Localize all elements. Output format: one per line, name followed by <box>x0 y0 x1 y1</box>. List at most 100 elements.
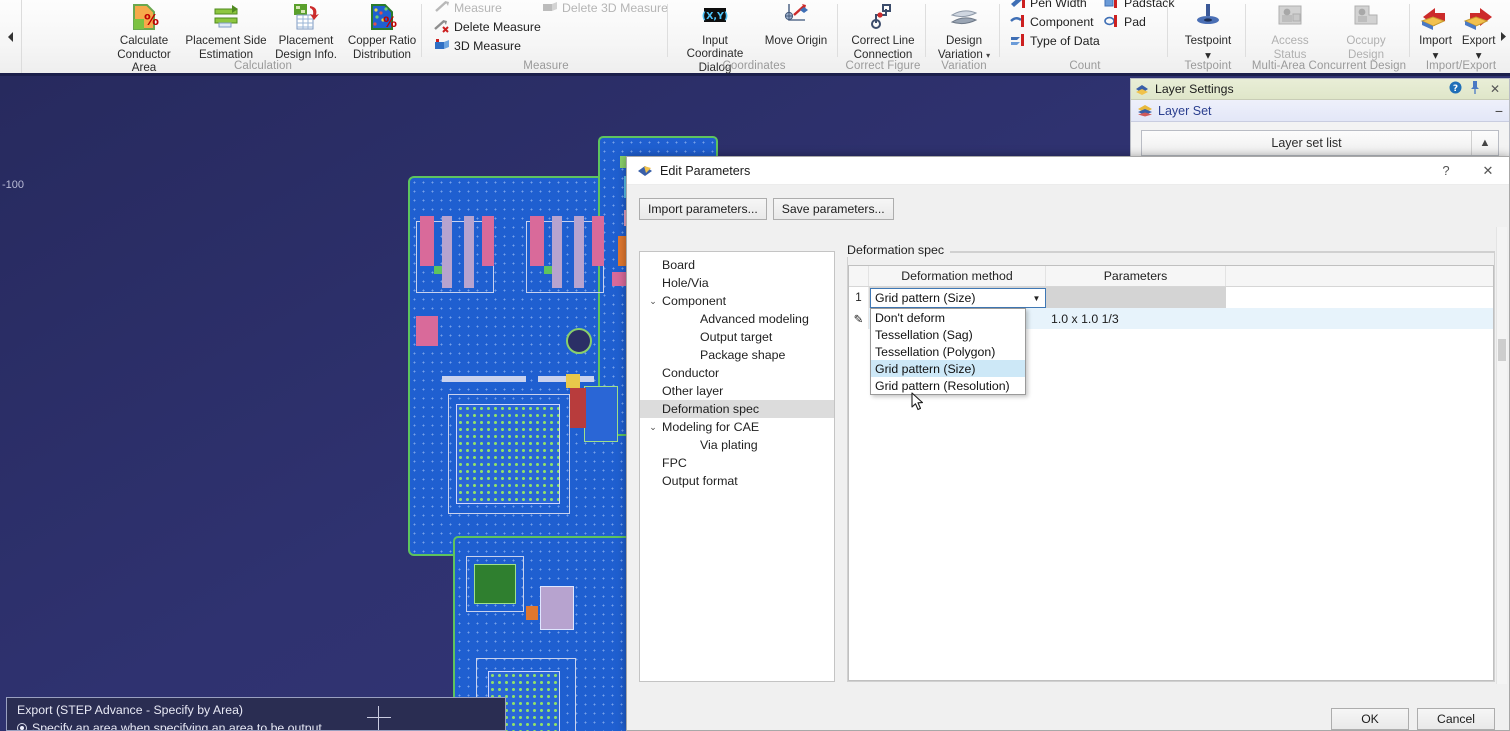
edit-parameters-icon <box>637 164 653 178</box>
tree-item-modeling-for-cae[interactable]: ⌄Modeling for CAE <box>640 418 834 436</box>
svg-text:%: % <box>383 15 397 31</box>
dropdown-option-tessellation-sag[interactable]: Tessellation (Sag) <box>871 326 1025 343</box>
deformation-method-combobox[interactable]: Grid pattern (Size) ▼ <box>870 288 1046 308</box>
minimize-icon[interactable]: − <box>1495 103 1503 119</box>
chevron-down-icon[interactable]: ▾ <box>986 51 990 60</box>
layer-set-list-header[interactable]: Layer set list ▲ <box>1141 130 1499 156</box>
grid-column-header-parameters[interactable]: Parameters <box>1046 266 1226 286</box>
tree-item-fpc[interactable]: FPC <box>640 454 834 472</box>
ribbon-button-import[interactable]: Import ▾ <box>1414 0 1457 58</box>
occupy-design-icon <box>1350 1 1382 33</box>
dropdown-option-grid-pattern-resolution[interactable]: Grid pattern (Resolution) <box>871 377 1025 394</box>
ribbon-group-title: Measure <box>424 60 668 72</box>
tree-item-component[interactable]: ⌄Component <box>640 292 834 310</box>
dialog-scrollbar[interactable] <box>1496 227 1507 684</box>
ribbon-button-label: Input Coordinate <box>673 34 757 60</box>
ribbon-item-pen-width[interactable]: Pen Width <box>1010 0 1106 12</box>
help-icon[interactable]: ? <box>1445 81 1465 97</box>
layer-set-icon <box>1137 104 1153 117</box>
ribbon-item-component[interactable]: Component <box>1010 12 1106 31</box>
save-parameters-button[interactable]: Save parameters... <box>773 198 894 220</box>
cell-parameters[interactable]: 1.0 x 1.0 1/3 <box>1046 308 1226 329</box>
ribbon-button-calculate-conductor-area[interactable]: % Calculate Conductor Area <box>104 0 184 58</box>
tree-item-label: Output format <box>662 474 738 488</box>
chevron-up-icon[interactable]: ▲ <box>1472 137 1498 149</box>
dropdown-option-dont-deform[interactable]: Don't deform <box>871 309 1025 326</box>
grid-column-header-method[interactable]: Deformation method <box>869 266 1046 286</box>
design-variation-icon <box>948 1 980 33</box>
tree-item-label: Other layer <box>662 384 723 398</box>
ribbon-item-delete-3d-measure[interactable]: Delete 3D Measure <box>542 0 674 17</box>
ribbon-button-placement-design-info[interactable]: Placement Design Info. <box>268 0 344 58</box>
parameters-tree[interactable]: Board Hole/Via ⌄Component Advanced model… <box>639 251 835 682</box>
import-parameters-button[interactable]: Import parameters... <box>639 198 767 220</box>
dialog-close-button[interactable]: ✕ <box>1467 157 1509 184</box>
tree-item-package-shape[interactable]: Package shape <box>640 346 834 364</box>
ribbon-group-correct-figure: Correct Line Connection Correct Figure <box>840 0 926 73</box>
dropdown-option-tessellation-polygon[interactable]: Tessellation (Polygon) <box>871 343 1025 360</box>
deformation-method-grid[interactable]: Deformation method Parameters 1 Don't de… <box>848 265 1494 681</box>
tree-item-via-plating[interactable]: Via plating <box>640 436 834 454</box>
layer-set-section-header[interactable]: Layer Set − <box>1131 100 1509 122</box>
cell-parameters[interactable] <box>1046 287 1226 308</box>
ruler-label: -100 <box>2 179 24 191</box>
ribbon-group-divider <box>667 4 668 57</box>
ribbon-group-title: Import/Export <box>1412 60 1510 72</box>
ribbon-button-input-coordinate-dialog[interactable]: (X,Y) Input Coordinate Dialog <box>673 0 757 58</box>
ribbon-button-testpoint[interactable]: Testpoint ▾ <box>1170 0 1246 58</box>
ribbon-button-correct-line-connection[interactable]: Correct Line Connection <box>840 0 926 58</box>
dialog-titlebar[interactable]: Edit Parameters ? ✕ <box>627 157 1509 185</box>
deformation-method-dropdown[interactable]: Don't deform Tessellation (Sag) Tessella… <box>870 308 1026 395</box>
chevron-down-icon[interactable]: ▼ <box>1028 289 1045 307</box>
dropdown-option-grid-pattern-size[interactable]: Grid pattern (Size) <box>871 360 1025 377</box>
chevron-down-icon[interactable]: ⌄ <box>644 296 662 307</box>
dialog-footer: OK Cancel <box>1331 708 1495 730</box>
tree-item-deformation-spec[interactable]: Deformation spec <box>640 400 834 418</box>
ribbon-button-design-variation[interactable]: Design Variation ▾ <box>928 0 1000 58</box>
layer-settings-titlebar[interactable]: Layer Settings ? ✕ <box>1131 79 1509 100</box>
tree-item-label: Modeling for CAE <box>662 420 759 434</box>
svg-text:%: % <box>144 11 159 29</box>
ribbon-group-title: Count <box>1002 60 1168 72</box>
tree-item-output-target[interactable]: Output target <box>640 328 834 346</box>
tree-item-board[interactable]: Board <box>640 256 834 274</box>
tree-item-advanced-modeling[interactable]: Advanced modeling <box>640 310 834 328</box>
ribbon-button-access-status[interactable]: Access Status <box>1252 0 1328 58</box>
ribbon-group-divider <box>1245 4 1246 57</box>
radio-icon[interactable] <box>17 723 27 731</box>
tree-item-other-layer[interactable]: Other layer <box>640 382 834 400</box>
more-arrow-icon[interactable] <box>1500 0 1510 58</box>
ok-button[interactable]: OK <box>1331 708 1409 730</box>
ribbon-button-label: Import <box>1419 34 1452 47</box>
ribbon-button-placement-side-estimation[interactable]: Placement Side Estimation <box>184 0 268 58</box>
ribbon-item-delete-measure[interactable]: Delete Measure <box>434 17 547 36</box>
prompt-option-label: Specify an area when specifying an area … <box>32 721 325 731</box>
close-icon[interactable]: ✕ <box>1485 82 1505 96</box>
tree-item-hole-via[interactable]: Hole/Via <box>640 274 834 292</box>
ribbon-group-multi-area-concurrent-design: Access Status Occupy Design Multi-Are <box>1248 0 1410 73</box>
combobox-value: Grid pattern (Size) <box>871 291 1028 305</box>
ribbon-item-3d-measure[interactable]: 3D Measure <box>434 36 547 55</box>
ribbon-item-measure[interactable]: Measure <box>434 0 547 17</box>
tree-item-conductor[interactable]: Conductor <box>640 364 834 382</box>
ribbon-collapse-button[interactable] <box>0 0 22 73</box>
type-of-data-icon <box>1010 33 1027 48</box>
tree-item-output-format[interactable]: Output format <box>640 472 834 490</box>
ribbon-button-copper-ratio-distribution[interactable]: % Copper Ratio Distribution <box>344 0 420 58</box>
pin-icon[interactable] <box>1465 81 1485 97</box>
scrollbar-thumb[interactable] <box>1498 339 1506 361</box>
ribbon-group-divider <box>1167 4 1168 57</box>
chevron-down-icon[interactable]: ⌄ <box>644 422 662 433</box>
delete-3d-measure-icon <box>542 0 559 15</box>
ribbon-item-type-of-data[interactable]: Type of Data <box>1010 31 1106 50</box>
grid-header-filler <box>1226 266 1493 286</box>
dialog-help-button[interactable]: ? <box>1425 157 1467 184</box>
placement-side-estimation-icon <box>210 1 242 33</box>
ribbon-button-export[interactable]: Export ▾ <box>1457 0 1500 58</box>
ribbon-button-move-origin[interactable]: Move Origin <box>757 0 835 58</box>
ribbon-toolbar: % Calculate Conductor Area <box>0 0 1510 76</box>
prompt-option-row[interactable]: Specify an area when specifying an area … <box>17 721 497 731</box>
ribbon-button-occupy-design[interactable]: Occupy Design <box>1328 0 1404 58</box>
cancel-button[interactable]: Cancel <box>1417 708 1495 730</box>
ribbon-group-divider <box>837 4 838 57</box>
